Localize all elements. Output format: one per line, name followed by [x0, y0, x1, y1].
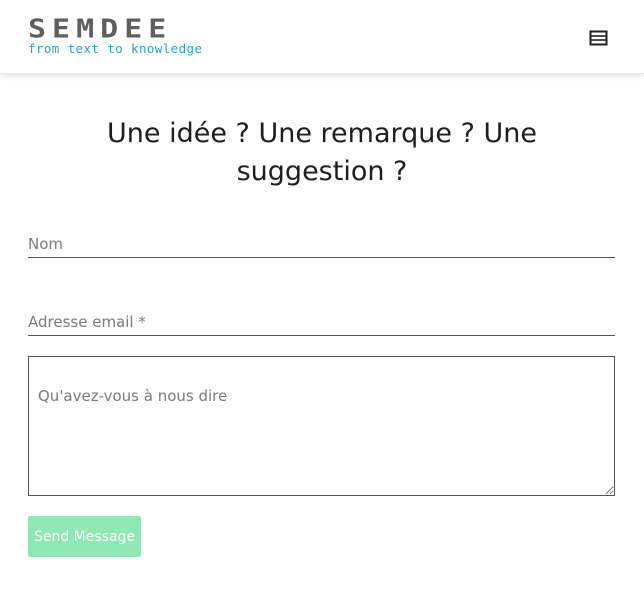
site-logo[interactable]: SEMDEE from text to knowledge: [28, 14, 203, 56]
send-message-button[interactable]: Send Message: [28, 516, 141, 557]
page-title: Une idée ? Une remarque ? Une suggestion…: [107, 118, 537, 187]
email-field[interactable]: [28, 309, 615, 336]
site-header: SEMDEE from text to knowledge: [0, 0, 644, 74]
hamburger-menu-icon[interactable]: [588, 29, 610, 49]
name-field[interactable]: [28, 231, 615, 258]
logo-wordmark: SEMDEE: [28, 14, 173, 45]
menu-icon-graphic: [589, 30, 608, 46]
logo-tagline: from text to knowledge: [28, 41, 203, 56]
message-field[interactable]: [28, 356, 615, 496]
